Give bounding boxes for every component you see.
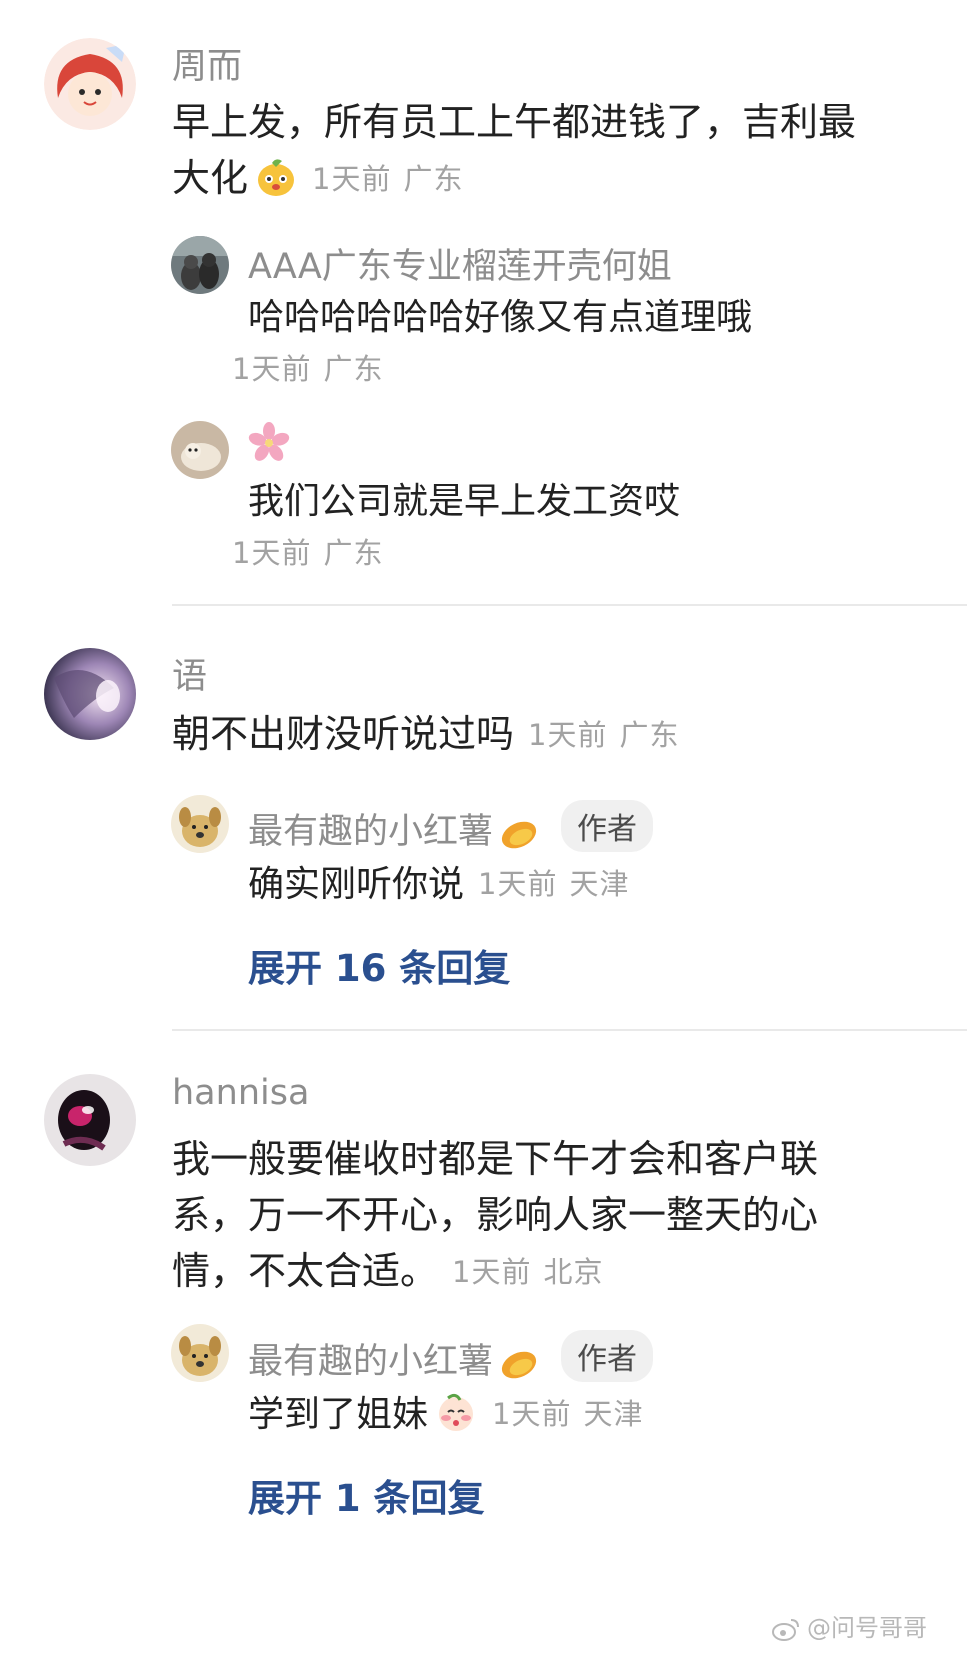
reply-text: 确实刚听你说 1天前 天津: [248, 856, 918, 913]
user-avatar[interactable]: [44, 648, 136, 740]
comment-meta: 1天前 北京: [452, 1255, 603, 1289]
cherry-blossom-icon: [248, 422, 290, 473]
user-avatar[interactable]: [44, 38, 136, 130]
thread-divider: [172, 604, 967, 606]
reply-meta: 1天前 广东: [232, 346, 383, 388]
weibo-logo-icon: [771, 1616, 801, 1648]
comment-text: 朝不出财没听说过吗 1天前 广东: [172, 706, 892, 763]
reply-location: 广东: [323, 536, 384, 570]
comment-username[interactable]: hannisa: [172, 1073, 309, 1113]
comment-time: 1天前: [452, 1255, 532, 1289]
comment-meta: 1天前 广东: [312, 162, 463, 196]
reply-username[interactable]: AAA广东专业榴莲开壳何姐: [248, 238, 672, 289]
reply-text: 学到了姐妹 1天前 天津: [248, 1386, 918, 1451]
reply-avatar[interactable]: [171, 795, 229, 853]
comment-text: 早上发，所有员工上午都进钱了，吉利最大化 1天前 广东: [172, 94, 892, 214]
peach-face-emoji-icon: [254, 155, 298, 214]
reply-time: 1天前: [478, 867, 558, 901]
comment-text: 我一般要催收时都是下午才会和客户联系，万一不开心，影响人家一整天的心情，不太合适…: [172, 1131, 892, 1300]
comment-location: 广东: [619, 718, 680, 752]
reply-time: 1天前: [232, 536, 312, 570]
reply-username-icon[interactable]: [248, 422, 290, 473]
blushing-face-emoji-icon: [434, 1390, 478, 1451]
watermark: @问号哥哥: [771, 1608, 927, 1648]
comment-username[interactable]: 语: [172, 648, 207, 699]
thread-divider: [172, 1029, 967, 1031]
comment-time: 1天前: [312, 162, 392, 196]
reply-avatar[interactable]: [171, 1324, 229, 1382]
reply-location: 广东: [323, 352, 384, 386]
expand-replies-link[interactable]: 展开 16 条回复: [248, 938, 510, 992]
reply-location: 天津: [569, 867, 630, 901]
reply-avatar[interactable]: [171, 236, 229, 294]
reply-meta: 1天前 天津: [478, 867, 629, 901]
reply-text-content: 学到了姐妹: [248, 1394, 429, 1435]
sweet-potato-icon: [499, 1341, 543, 1390]
reply-text-content: 确实刚听你说: [248, 864, 465, 905]
watermark-text: @问号哥哥: [807, 1614, 927, 1642]
reply-time: 1天前: [232, 352, 312, 386]
user-avatar[interactable]: [44, 1074, 136, 1166]
author-badge: 作者: [561, 800, 654, 852]
reply-meta: 1天前 天津: [492, 1397, 643, 1431]
expand-replies-link[interactable]: 展开 1 条回复: [248, 1468, 485, 1522]
comment-time: 1天前: [528, 718, 608, 752]
reply-username-text: 最有趣的小红薯: [248, 1342, 494, 1382]
reply-username[interactable]: 最有趣的小红薯 作者: [248, 1330, 654, 1390]
comment-location: 北京: [543, 1255, 604, 1289]
reply-time: 1天前: [492, 1397, 572, 1431]
reply-username[interactable]: 最有趣的小红薯 作者: [248, 800, 654, 860]
comment-username[interactable]: 周而: [172, 38, 242, 89]
sweet-potato-icon: [499, 811, 543, 860]
author-badge: 作者: [561, 1330, 654, 1382]
reply-username-text: 最有趣的小红薯: [248, 812, 494, 852]
comment-meta: 1天前 广东: [528, 718, 679, 752]
reply-avatar[interactable]: [171, 421, 229, 479]
reply-text: 哈哈哈哈哈哈好像又有点道理哦: [248, 297, 753, 338]
reply-location: 天津: [583, 1397, 644, 1431]
comment-location: 广东: [403, 162, 464, 196]
comment-text-content: 朝不出财没听说过吗: [172, 712, 515, 756]
reply-text: 我们公司就是早上发工资哎: [248, 481, 681, 522]
reply-meta: 1天前 广东: [232, 530, 383, 572]
